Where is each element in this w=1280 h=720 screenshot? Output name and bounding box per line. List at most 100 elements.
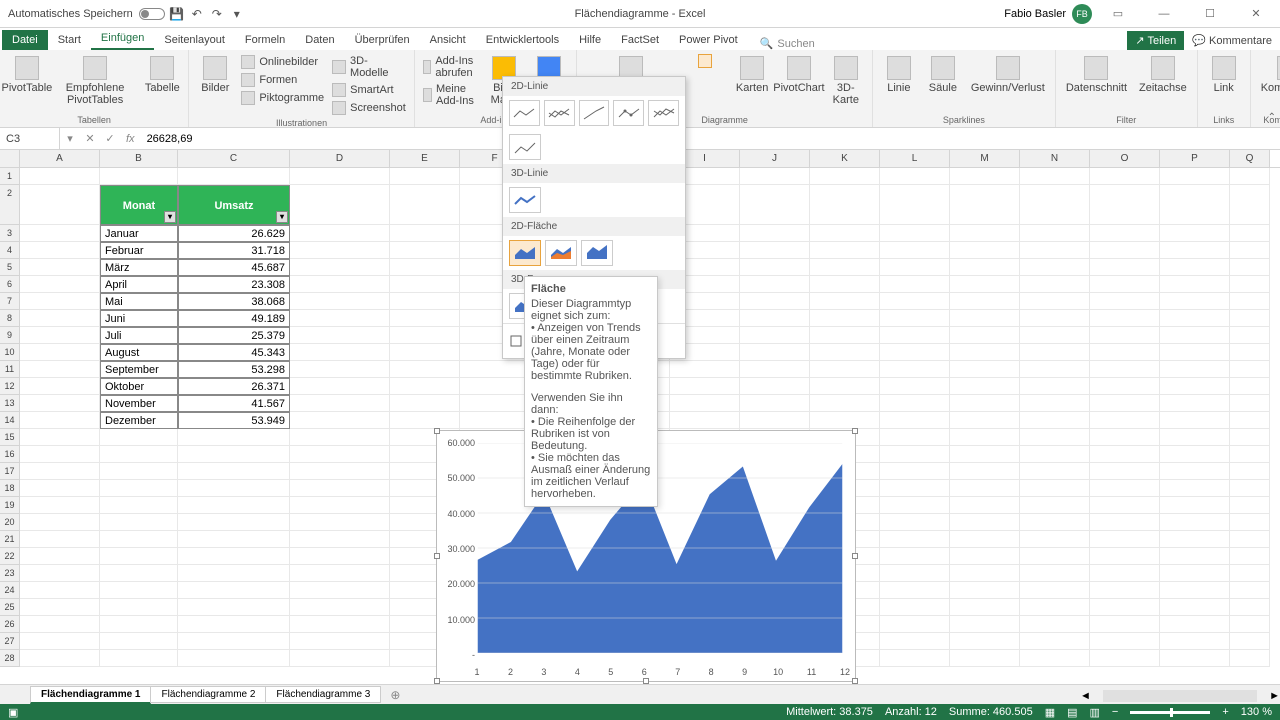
- cell[interactable]: [1160, 242, 1230, 259]
- chart-type-5-icon[interactable]: [698, 70, 712, 84]
- cell[interactable]: [1160, 276, 1230, 293]
- cell[interactable]: [20, 429, 100, 446]
- cell[interactable]: [950, 548, 1020, 565]
- cell[interactable]: [460, 378, 530, 395]
- tab-daten[interactable]: Daten: [295, 30, 344, 50]
- timeline-button[interactable]: Zeitachse: [1135, 54, 1191, 96]
- row-header[interactable]: 7: [0, 293, 20, 310]
- cell[interactable]: [740, 395, 810, 412]
- cell[interactable]: [880, 185, 950, 225]
- cell[interactable]: [178, 633, 290, 650]
- minimize-icon[interactable]: —: [1144, 0, 1184, 28]
- cell[interactable]: [290, 633, 390, 650]
- cell[interactable]: [1090, 259, 1160, 276]
- cell[interactable]: März: [100, 259, 178, 276]
- cell[interactable]: [20, 582, 100, 599]
- col-header[interactable]: K: [810, 150, 880, 167]
- cell[interactable]: [1090, 378, 1160, 395]
- cell[interactable]: 31.718: [178, 242, 290, 259]
- cell[interactable]: [880, 395, 950, 412]
- cell[interactable]: [20, 310, 100, 327]
- cell[interactable]: [1020, 497, 1090, 514]
- cell[interactable]: [950, 531, 1020, 548]
- cell[interactable]: [950, 514, 1020, 531]
- smartart-button[interactable]: SmartArt: [330, 82, 408, 98]
- cell[interactable]: [20, 650, 100, 667]
- cell[interactable]: [950, 650, 1020, 667]
- cell[interactable]: [1020, 616, 1090, 633]
- cell[interactable]: [740, 327, 810, 344]
- col-header[interactable]: C: [178, 150, 290, 167]
- undo-icon[interactable]: ↶: [189, 6, 205, 22]
- cell[interactable]: [1160, 616, 1230, 633]
- cell[interactable]: [1020, 531, 1090, 548]
- tab-powerpivot[interactable]: Power Pivot: [669, 30, 748, 50]
- cell[interactable]: [1230, 378, 1270, 395]
- cell[interactable]: [880, 412, 950, 429]
- cell[interactable]: [950, 242, 1020, 259]
- cell[interactable]: [950, 616, 1020, 633]
- cell[interactable]: [20, 378, 100, 395]
- row-header[interactable]: 13: [0, 395, 20, 412]
- get-addins-button[interactable]: Add-Ins abrufen: [421, 54, 480, 80]
- cell[interactable]: [950, 259, 1020, 276]
- cell[interactable]: [178, 599, 290, 616]
- cell[interactable]: [880, 650, 950, 667]
- row-header[interactable]: 23: [0, 565, 20, 582]
- cell[interactable]: [178, 514, 290, 531]
- cell[interactable]: [880, 616, 950, 633]
- tab-einfugen[interactable]: Einfügen: [91, 28, 154, 50]
- cell[interactable]: [810, 293, 880, 310]
- area-chart-1[interactable]: [509, 240, 541, 266]
- recommended-pivot-button[interactable]: Empfohlene PivotTables: [52, 54, 139, 108]
- cell[interactable]: [290, 463, 390, 480]
- zoom-level[interactable]: 130 %: [1241, 706, 1272, 718]
- cell[interactable]: [1230, 429, 1270, 446]
- tab-uberprufen[interactable]: Überprüfen: [345, 30, 420, 50]
- cell[interactable]: [100, 497, 178, 514]
- tab-ansicht[interactable]: Ansicht: [420, 30, 476, 50]
- icons-button[interactable]: Piktogramme: [239, 90, 326, 106]
- cell[interactable]: [1230, 361, 1270, 378]
- cell[interactable]: [20, 361, 100, 378]
- cell[interactable]: [1160, 565, 1230, 582]
- cell[interactable]: 53.949: [178, 412, 290, 429]
- cell[interactable]: [290, 378, 390, 395]
- cell[interactable]: [670, 378, 740, 395]
- cell[interactable]: [950, 378, 1020, 395]
- cell[interactable]: [740, 310, 810, 327]
- cell[interactable]: [1160, 599, 1230, 616]
- cell[interactable]: [460, 412, 530, 429]
- cell[interactable]: [1020, 310, 1090, 327]
- cell[interactable]: [1020, 225, 1090, 242]
- cell[interactable]: [950, 582, 1020, 599]
- col-header[interactable]: A: [20, 150, 100, 167]
- cell[interactable]: 45.343: [178, 344, 290, 361]
- cell[interactable]: [1230, 616, 1270, 633]
- row-header[interactable]: 16: [0, 446, 20, 463]
- cell[interactable]: [740, 168, 810, 185]
- line-area-chart-button[interactable]: [698, 54, 712, 68]
- cell[interactable]: [810, 185, 880, 225]
- cell[interactable]: [1020, 395, 1090, 412]
- name-box[interactable]: C3: [0, 128, 60, 149]
- col-header[interactable]: B: [100, 150, 178, 167]
- cell[interactable]: [178, 446, 290, 463]
- slicer-button[interactable]: Datenschnitt: [1062, 54, 1131, 96]
- cell[interactable]: [1230, 599, 1270, 616]
- cell[interactable]: [178, 531, 290, 548]
- cell[interactable]: [1090, 293, 1160, 310]
- cell[interactable]: [810, 361, 880, 378]
- sparkline-winloss-button[interactable]: Gewinn/Verlust: [967, 54, 1049, 96]
- cell[interactable]: [1090, 565, 1160, 582]
- cell[interactable]: [1160, 650, 1230, 667]
- pictures-button[interactable]: Bilder: [195, 54, 235, 96]
- col-header[interactable]: L: [880, 150, 950, 167]
- cell[interactable]: [20, 168, 100, 185]
- row-header[interactable]: 5: [0, 259, 20, 276]
- cell[interactable]: [1020, 242, 1090, 259]
- cell[interactable]: [1160, 633, 1230, 650]
- sheet-tab-3[interactable]: Flächendiagramme 3: [265, 686, 381, 703]
- cell[interactable]: [290, 242, 390, 259]
- 3d-map-button[interactable]: 3D-Karte: [826, 54, 866, 108]
